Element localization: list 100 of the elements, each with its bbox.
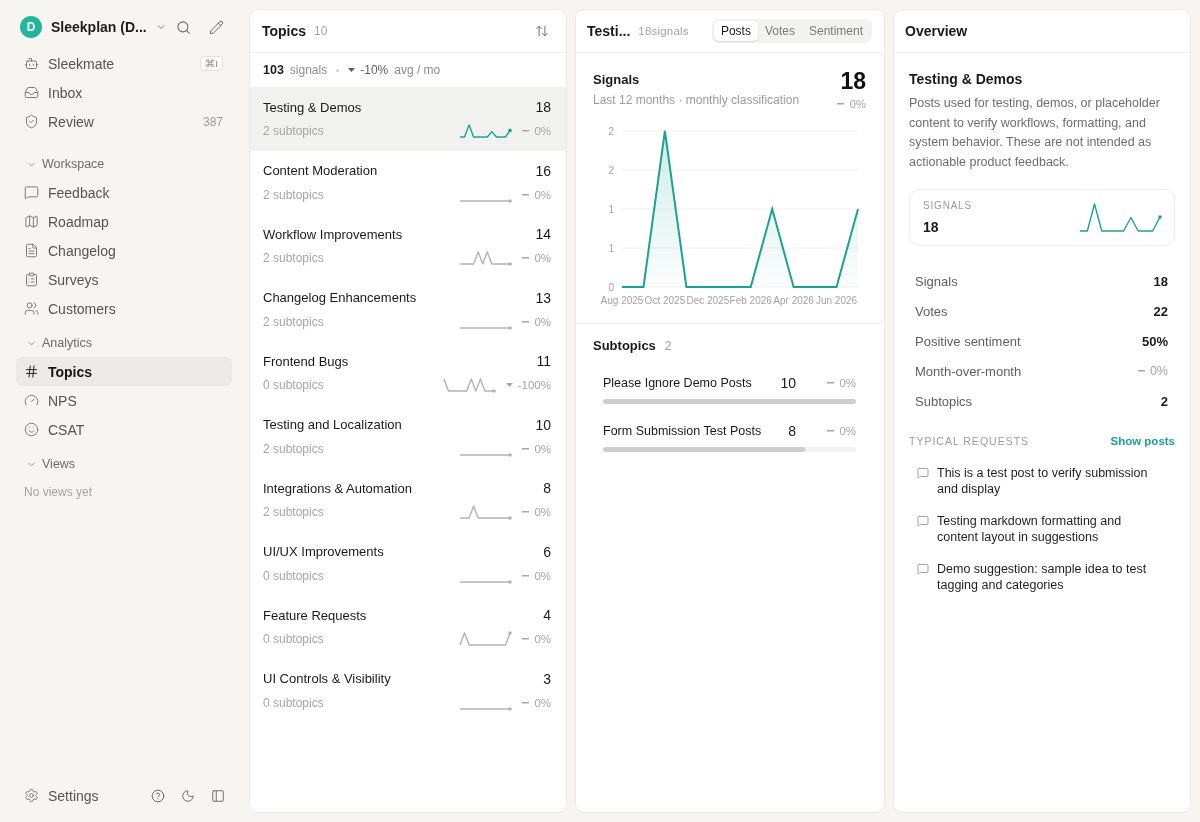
inbox-icon	[24, 85, 39, 100]
subtopic-name: Please Ignore Demo Posts	[603, 376, 753, 390]
sparkline	[458, 250, 513, 266]
topic-count: 10	[314, 24, 328, 38]
sparkline	[458, 325, 513, 330]
minus-icon	[522, 638, 530, 640]
subtopic-count: 2 subtopics	[263, 441, 325, 456]
workspace-name[interactable]: Sleekplan (D...	[51, 19, 147, 35]
topic-row[interactable]: Feature Requests 4 0 subtopics 0%	[250, 595, 566, 659]
tab[interactable]: Posts	[713, 21, 758, 41]
stat-value: 50%	[1141, 333, 1168, 349]
trend-value: 0%	[534, 569, 551, 582]
topic-row[interactable]: Workflow Improvements 14 2 subtopics 0%	[250, 214, 566, 278]
topic-name: Testing and Localization	[263, 417, 403, 432]
stat-label: Month-over-month	[915, 363, 1022, 379]
moon-icon[interactable]	[181, 788, 195, 803]
trend-value: 0%	[839, 377, 856, 389]
nav-item[interactable]: Changelog	[16, 236, 232, 265]
shield-check-icon	[24, 114, 39, 129]
nav-item[interactable]: Feedback	[16, 178, 232, 207]
topic-name: Content Moderation	[263, 163, 379, 178]
nav-item[interactable]: CSAT	[16, 415, 232, 444]
section-header[interactable]: Views	[16, 450, 80, 478]
subtopic-count: 2 subtopics	[263, 187, 325, 202]
y-tick-label: 1	[608, 203, 614, 215]
trend-value: 0%	[534, 125, 551, 137]
topic-title: Testing & Demos	[909, 70, 1023, 88]
minus-icon	[522, 193, 530, 196]
nav-item[interactable]: Surveys	[16, 265, 232, 294]
minus-icon	[522, 574, 530, 577]
speech-bubble-icon	[917, 563, 929, 575]
stat-label: Subtopics	[915, 393, 973, 409]
topic-row[interactable]: UI/UX Improvements 6 0 subtopics 0%	[250, 531, 566, 595]
minus-icon	[522, 447, 530, 450]
subtopic-count: 2 subtopics	[263, 251, 325, 265]
panel-title: Overview	[905, 23, 968, 39]
nav-item[interactable]: Customers	[16, 294, 232, 323]
nav-item[interactable]: Sleekmate ⌘I	[16, 49, 232, 78]
pencil-icon[interactable]	[209, 19, 224, 35]
topic-row[interactable]: Testing & Demos 18 2 subtopics 0%	[250, 87, 566, 151]
trend-value: -10%	[360, 63, 389, 77]
x-tick-label: Oct 2025	[644, 295, 686, 306]
topic-row[interactable]: Frontend Bugs 11 0 subtopics -100%	[250, 341, 566, 405]
tab[interactable]: Votes	[757, 21, 802, 41]
trend-value: 0%	[1149, 364, 1168, 378]
document-icon	[24, 243, 39, 258]
topic-name: Integrations & Automation	[263, 480, 413, 496]
topic-row[interactable]: Testing and Localization 10 2 subtopics 0%	[250, 404, 566, 468]
x-tick-label: Apr 2026	[773, 295, 814, 306]
topic-row[interactable]: Changelog Enhancements 13 2 subtopics 0%	[250, 277, 566, 341]
minus-icon	[522, 257, 530, 259]
sidebar-toggle-icon[interactable]	[211, 788, 225, 803]
signal-count: 18	[535, 99, 551, 115]
subtopic-count: 2 subtopics	[263, 124, 325, 138]
y-tick-label: 2	[608, 125, 614, 137]
item-count: 387	[202, 114, 223, 129]
clipboard-icon	[24, 272, 39, 287]
x-tick-label: Jun 2026	[815, 295, 858, 306]
topic-name: Feature Requests	[263, 607, 368, 623]
section-header[interactable]: Analytics	[16, 329, 97, 357]
sort-icon[interactable]	[535, 24, 549, 38]
topic-row[interactable]: UI Controls & Visibility 3 0 subtopics 0%	[250, 658, 566, 722]
help-icon[interactable]	[151, 788, 165, 803]
search-icon[interactable]	[176, 19, 191, 35]
empty-state-text: No views yet	[23, 484, 93, 501]
signal-count: 6	[543, 543, 551, 560]
topic-name: Testing & Demos	[263, 99, 363, 115]
topic-row[interactable]: Integrations & Automation 8 2 subtopics 0%	[250, 468, 566, 532]
nav-item[interactable]: Topics	[16, 357, 232, 386]
sparkline	[458, 198, 513, 203]
tab[interactable]: Sentiment	[801, 21, 870, 41]
request-text: Demo suggestion: sample idea to test tagging and categories	[937, 561, 1148, 593]
y-tick-label: 2	[608, 164, 614, 176]
workspace-avatar: D	[20, 16, 42, 38]
settings-icon	[24, 788, 39, 803]
nav-item[interactable]: Review 387	[16, 107, 232, 136]
nav-item[interactable]: Inbox	[16, 78, 232, 107]
signal-count: 16	[535, 162, 551, 179]
topic-description: Posts used for testing, demos, or placeholder content to verify workflows, formatting, and system behavior. These are not intended as actionable product feedback.	[909, 95, 1161, 171]
users-icon	[24, 301, 39, 316]
trend-value: 0%	[534, 315, 551, 328]
stat-value: 2	[1160, 393, 1168, 409]
request-text: This is a test post to verify submission and display	[937, 465, 1149, 497]
signal-count: 10	[535, 416, 551, 433]
minus-icon	[522, 701, 530, 704]
settings-link[interactable]: Settings	[16, 781, 108, 810]
sparkline	[458, 123, 513, 139]
smiley-icon	[24, 422, 39, 437]
trend-value: 0%	[534, 442, 551, 455]
minus-icon	[522, 130, 530, 132]
panel-title: Topics	[262, 23, 307, 39]
nav-item[interactable]: NPS	[16, 386, 232, 415]
topic-row[interactable]: Content Moderation 16 2 subtopics 0%	[250, 150, 566, 214]
nav-item[interactable]: Roadmap	[16, 207, 232, 236]
sparkline	[458, 579, 513, 584]
sparkline	[458, 631, 513, 647]
topic-name: Changelog Enhancements	[263, 290, 418, 305]
chart-title: Signals	[593, 71, 640, 89]
section-header[interactable]: Workspace	[16, 150, 109, 178]
caret-down-icon	[505, 383, 513, 387]
